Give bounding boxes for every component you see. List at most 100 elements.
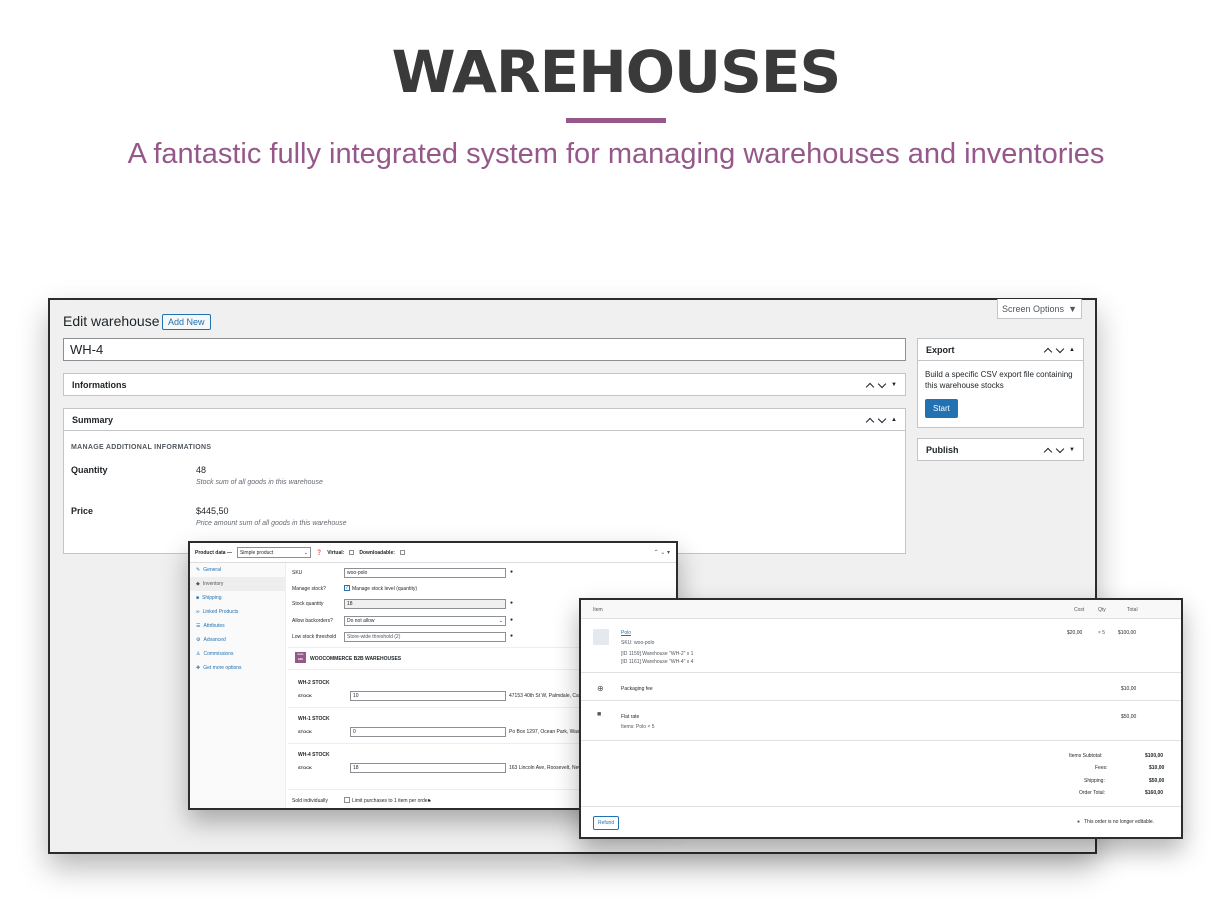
screen-options-label: Screen Options [1002,303,1065,314]
manage-stock-text: Manage stock level (quantity) [352,586,418,592]
sold-individually-text: Limit purchases to 1 item per order [352,798,430,804]
refund-button[interactable]: Refund [593,816,620,830]
warehouse-stock-label: STOCK [298,729,312,734]
tab-label: Linked Products [202,609,239,615]
order-items-window: Item Cost Qty Total Polo SKU: woo-polo [… [579,598,1183,839]
toggle-panel-icon[interactable]: ▼ [1069,447,1075,453]
warehouse-stock-title: WH-2 STOCK [298,680,330,686]
toggle-panel-icon[interactable]: ▼ [891,382,897,388]
export-title: Export [926,344,955,355]
fee-icon: ⊕ [597,684,604,693]
price-label: Price [71,506,94,516]
warehouse-stock-input[interactable]: 0 [350,727,506,737]
divider [581,600,1181,619]
tab-label: Get more options [203,665,242,671]
sold-individually-checkbox[interactable] [344,797,350,803]
informations-box: Informations ▼ [63,373,906,396]
move-down-icon[interactable] [1055,444,1065,453]
screen-options-button[interactable]: Screen Options ▼ [997,299,1082,319]
order-total-value: $160,00 [1145,790,1164,796]
publish-title: Publish [926,445,959,455]
inventory-icon: ◆ [196,581,200,587]
start-export-button[interactable]: Start [925,399,958,418]
sku-input[interactable]: woo-polo [344,568,506,578]
product-type-value: Simple product [239,549,274,556]
summary-box: Summary ▲ MANAGE ADDITIONAL INFORMATIONS… [63,408,906,554]
caret-down-icon: ▼ [1068,303,1077,314]
divider [581,672,1181,673]
warehouse-stock-title: WH-1 STOCK [298,716,330,722]
quantity-label: Quantity [71,465,108,475]
tab-linked-products[interactable]: ∞ Linked Products [190,605,285,619]
warehouse-stock-title: WH-4 STOCK [298,752,330,758]
quantity-value: 48 [196,465,207,475]
summary-header[interactable]: Summary ▲ [64,409,905,431]
subtotal-label: Items Subtotal: [1069,753,1103,759]
help-icon: ● [510,569,514,575]
help-icon: ❓ [315,549,323,556]
move-up-icon[interactable] [1043,447,1053,456]
tab-attributes[interactable]: ☰ Attributes [190,619,285,633]
low-stock-threshold-label: Low stock threshold [292,634,337,640]
panel-controls-icon[interactable]: ⌃ ⌄ ▾ [654,549,670,556]
stock-quantity-input[interactable]: 18 [344,599,506,609]
low-stock-threshold-input[interactable]: Store-wide threshold (2) [344,632,506,642]
column-item: Item [593,607,603,613]
plugin-logo-icon: woo b2b [295,652,306,663]
warehouse-stock-input[interactable]: 18 [350,763,506,773]
tab-advanced[interactable]: ⚙ Advanced [190,633,285,647]
virtual-label: Virtual: [327,549,345,556]
hero-title: WAREHOUSES [391,38,842,106]
move-up-icon[interactable] [865,417,875,426]
price-value: $445,50 [196,506,229,516]
order-total-label: Order Total: [1079,790,1106,796]
warehouse-stock-input[interactable]: 10 [350,691,506,701]
toggle-panel-icon[interactable]: ▲ [891,417,897,423]
product-data-label: Product data — [195,549,232,556]
warehouse-stock-label: STOCK [298,765,312,770]
stock-quantity-label: Stock quantity [292,601,324,607]
downloadable-checkbox[interactable] [399,550,405,555]
informations-header[interactable]: Informations ▼ [64,374,905,396]
virtual-checkbox[interactable] [349,550,355,555]
not-editable-notice: This order is no longer editable. [1084,819,1155,825]
warehouse-name-input[interactable]: WH-4 [63,338,906,361]
tab-label: Inventory [202,581,224,587]
tab-shipping[interactable]: ■ Shipping [190,591,285,605]
tab-get-more-options[interactable]: ✚ Get more options [190,661,285,675]
warehouse-stock-label: STOCK [298,693,312,698]
item-warehouse-line: [ID 1159] Warehouse "WH-2" x 1 [621,651,694,657]
move-down-icon[interactable] [1055,344,1065,353]
move-down-icon[interactable] [877,414,887,423]
tab-inventory[interactable]: ◆ Inventory [190,577,285,591]
backorders-label: Allow backorders? [292,618,333,624]
tab-label: General [203,567,221,573]
item-name-link[interactable]: Polo [621,630,631,636]
backorders-select[interactable]: Do not allow ⌄ [344,616,506,626]
list-icon: ☰ [196,623,201,629]
item-sku: SKU: woo-polo [621,640,655,646]
manage-stock-label: Manage stock? [292,586,326,592]
downloadable-label: Downloadable: [359,549,395,556]
manage-stock-checkbox[interactable]: ✓ [344,585,350,591]
item-qty: × 5 [1098,630,1106,636]
export-header[interactable]: Export ▲ [918,339,1083,361]
tab-commissions[interactable]: ♙ Commissions [190,647,285,661]
add-new-button[interactable]: Add New [162,314,211,330]
shipping-items: Items: Polo × 5 [621,724,655,730]
backorders-value: Do not allow [347,618,375,624]
product-data-header: Product data — Simple product ⌄ ❓ Virtua… [190,543,676,563]
move-up-icon[interactable] [1043,347,1053,356]
sku-label: SKU [292,570,303,576]
publish-box: Publish ▼ [917,438,1084,461]
product-type-select[interactable]: Simple product ⌄ [236,547,311,558]
tab-general[interactable]: ✎ General [190,563,285,577]
move-down-icon[interactable] [877,379,887,388]
toggle-panel-icon[interactable]: ▲ [1069,347,1075,353]
fee-total: $10,00 [1121,686,1137,692]
help-icon: ● [510,617,514,623]
truck-icon: ■ [196,595,200,601]
chevron-down-icon: ⌄ [303,549,308,556]
move-up-icon[interactable] [865,382,875,391]
publish-header[interactable]: Publish ▼ [918,439,1083,461]
